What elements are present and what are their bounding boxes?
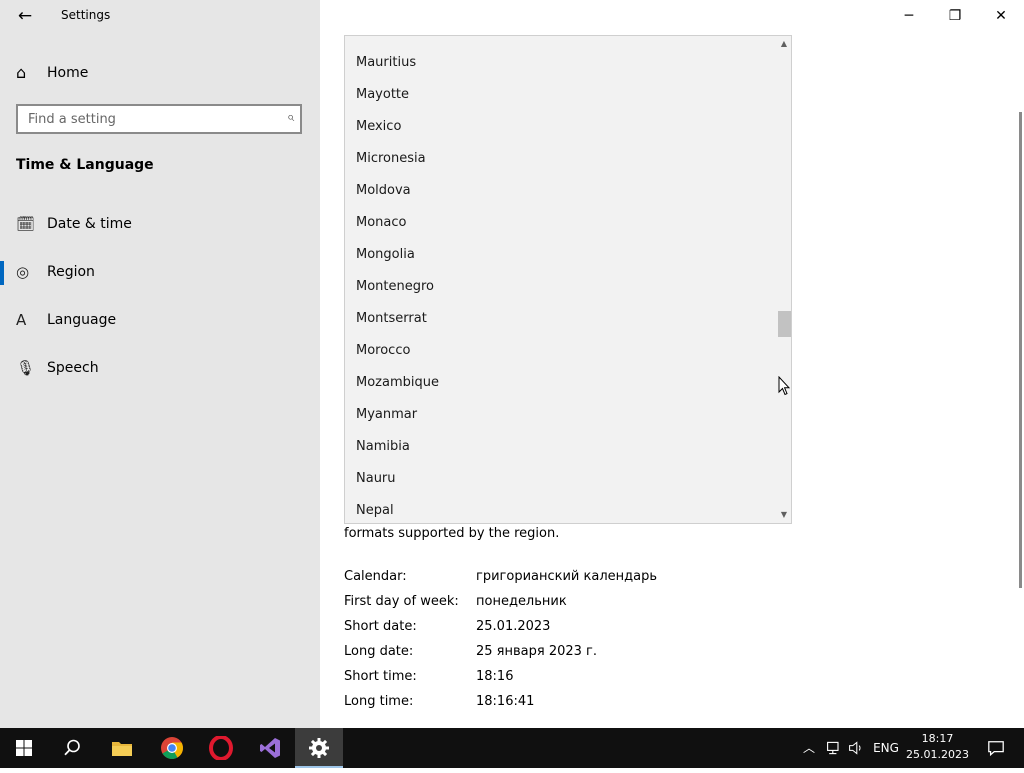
dropdown-option[interactable]: Nepal [345, 495, 775, 523]
dropdown-option[interactable]: Montserrat [345, 303, 775, 335]
visual-studio-icon [260, 738, 280, 758]
sidebar-item-language[interactable]: A Language [0, 301, 320, 341]
sidebar-item-date-time[interactable]: 🗓 Date & time [0, 205, 320, 245]
sidebar-item-label: Region [47, 264, 95, 280]
microphone-icon: 🎙 [16, 359, 36, 377]
dropdown-option[interactable]: Morocco [345, 335, 775, 367]
close-icon: ✕ [995, 8, 1007, 24]
calendar-clock-icon: 🗓 [16, 215, 36, 233]
page-scrollbar[interactable] [1019, 112, 1022, 588]
speaker-icon [849, 741, 861, 755]
region-format-description: formats supported by the region. [344, 526, 560, 541]
format-value: 25 января 2023 г. [476, 644, 598, 659]
taskbar-chrome[interactable] [148, 728, 196, 768]
dropdown-option[interactable]: Micronesia [345, 143, 775, 175]
scroll-down-icon[interactable]: ▼ [776, 508, 791, 522]
home-label: Home [47, 65, 89, 81]
clock-date: 25.01.2023 [906, 748, 969, 761]
dropdown-option[interactable]: Mauritius [345, 47, 775, 79]
format-value: 18:16 [476, 669, 514, 684]
mouse-cursor-icon [778, 376, 790, 396]
window-title: Settings [61, 8, 111, 22]
clock-time: 18:17 [921, 732, 954, 745]
settings-sidebar: ← Settings ⌂ Home Find a setting ⌕ Time … [0, 0, 320, 728]
format-key: Short date: [344, 619, 417, 634]
dropdown-option[interactable]: Mayotte [345, 79, 775, 111]
language-icon: A [16, 311, 27, 329]
search-icon [64, 739, 80, 756]
taskbar: ︿ ENG 18:17 25.01.2023 [0, 728, 1024, 768]
dropdown-option[interactable]: Mexico [345, 111, 775, 143]
sidebar-item-label: Language [47, 312, 117, 328]
minimize-icon: ─ [904, 8, 914, 24]
section-title: Time & Language [16, 157, 154, 173]
dropdown-option[interactable]: Moldova [345, 175, 775, 207]
taskbar-opera[interactable] [197, 728, 245, 768]
taskbar-search-button[interactable] [48, 728, 96, 768]
sidebar-item-region[interactable]: ◎ Region [0, 253, 320, 293]
action-center-button[interactable] [976, 728, 1016, 768]
restore-button[interactable]: ❐ [932, 0, 978, 32]
home-nav-item[interactable]: ⌂ Home [0, 56, 320, 90]
taskbar-settings[interactable] [295, 728, 343, 768]
dropdown-option[interactable]: Montenegro [345, 271, 775, 303]
format-row-long-date: Long date: 25 января 2023 г. [344, 644, 794, 666]
dropdown-option[interactable]: Myanmar [345, 399, 775, 431]
back-arrow-icon: ← [17, 6, 33, 26]
search-input[interactable]: Find a setting ⌕ [16, 104, 302, 134]
clock[interactable]: 18:17 25.01.2023 [905, 731, 970, 765]
sidebar-item-speech[interactable]: 🎙 Speech [0, 349, 320, 389]
country-dropdown-list[interactable]: Mauritius Mayotte Mexico Micronesia Mold… [344, 35, 792, 524]
dropdown-option[interactable]: Namibia [345, 431, 775, 463]
format-value: григорианский календарь [476, 569, 658, 584]
taskbar-file-explorer[interactable] [98, 728, 146, 768]
network-button[interactable] [822, 728, 846, 768]
format-value: 18:16:41 [476, 694, 535, 709]
taskbar-visual-studio[interactable] [246, 728, 294, 768]
start-button[interactable] [0, 728, 48, 768]
format-row-long-time: Long time: 18:16:41 [344, 694, 794, 716]
dropdown-option[interactable]: Nauru [345, 463, 775, 495]
scroll-up-icon[interactable]: ▲ [776, 37, 791, 51]
search-icon: ⌕ [286, 110, 294, 125]
search-placeholder: Find a setting [28, 112, 116, 127]
format-row-first-day: First day of week: понедельник [344, 594, 794, 616]
format-key: Short time: [344, 669, 417, 684]
format-key: Long date: [344, 644, 414, 659]
title-bar: ← Settings [0, 0, 320, 32]
sidebar-item-label: Speech [47, 360, 99, 376]
format-key: Calendar: [344, 569, 407, 584]
restore-icon: ❐ [948, 8, 962, 24]
sidebar-item-label: Date & time [47, 216, 132, 232]
format-key: Long time: [344, 694, 414, 709]
dropdown-option[interactable]: Monaco [345, 207, 775, 239]
gear-icon [309, 738, 329, 758]
dropdown-option[interactable]: Mozambique [345, 367, 775, 399]
dropdown-scrollbar[interactable]: ▲ ▼ [776, 36, 791, 523]
format-row-short-time: Short time: 18:16 [344, 669, 794, 691]
dropdown-option[interactable]: Mongolia [345, 239, 775, 271]
format-row-short-date: Short date: 25.01.2023 [344, 619, 794, 641]
format-key: First day of week: [344, 594, 459, 609]
folder-icon [112, 742, 132, 756]
chevron-up-icon: ︿ [802, 741, 815, 755]
chrome-icon [161, 737, 183, 759]
close-button[interactable]: ✕ [978, 0, 1024, 32]
input-language-button[interactable]: ENG [868, 728, 904, 768]
windows-logo-icon [16, 740, 32, 756]
minimize-button[interactable]: ─ [886, 0, 932, 32]
format-value: 25.01.2023 [476, 619, 551, 634]
globe-icon: ◎ [16, 263, 30, 281]
format-row-calendar: Calendar: григорианский календарь [344, 569, 794, 591]
back-button[interactable]: ← [12, 4, 38, 28]
home-icon: ⌂ [16, 63, 27, 82]
format-value: понедельник [476, 594, 567, 609]
notification-icon [988, 741, 1004, 757]
show-hidden-icons-button[interactable]: ︿ [798, 728, 820, 768]
volume-button[interactable] [846, 728, 866, 768]
opera-icon [209, 736, 233, 760]
scrollbar-thumb[interactable] [778, 311, 791, 337]
selection-indicator [0, 261, 4, 285]
network-icon [827, 741, 839, 755]
